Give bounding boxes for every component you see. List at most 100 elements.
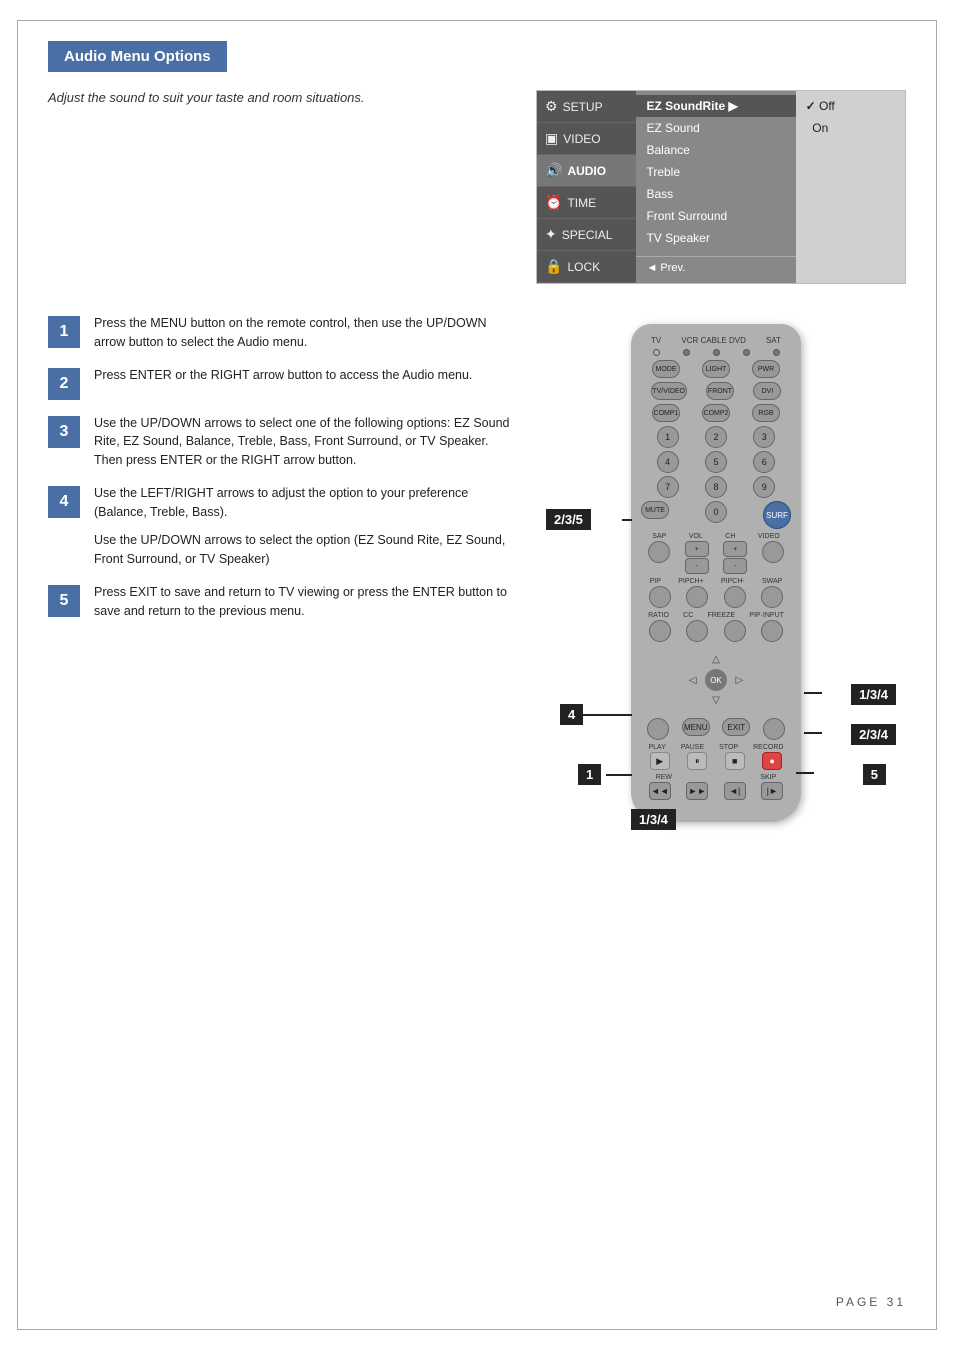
pipch-up-btn[interactable]	[686, 586, 708, 608]
callout-134-right-line	[804, 692, 822, 694]
step-1-num: 1	[48, 316, 80, 348]
tvvideo-btn[interactable]: TV/VIDEO	[651, 382, 687, 400]
number-grid: 1 2 3 4 5 6 7 8 9	[645, 426, 787, 498]
arrow-right-btn[interactable]: ▷	[728, 669, 751, 691]
sap-btn[interactable]	[648, 541, 670, 563]
label-record: RECORD	[753, 744, 783, 751]
ch-up-btn[interactable]: +	[723, 541, 747, 557]
vol-up-btn[interactable]: +	[685, 541, 709, 557]
osd-main-panel: EZ SoundRite ▶ EZ Sound Balance Treble B…	[636, 91, 795, 283]
dvi-btn[interactable]: DVI	[753, 382, 781, 400]
remote-row-pip	[641, 586, 791, 608]
enter-btn[interactable]: OK	[705, 669, 727, 691]
dot-dvd	[743, 349, 750, 356]
page-title: Audio Menu Options	[64, 48, 211, 65]
num-3[interactable]: 3	[753, 426, 775, 448]
step-4-text-a: Use the LEFT/RIGHT arrows to adjust the …	[94, 484, 516, 522]
label-vol: VOL	[689, 533, 703, 540]
num-8[interactable]: 8	[705, 476, 727, 498]
remote-label-row-transport: REW SKIP	[641, 774, 791, 781]
num-9[interactable]: 9	[753, 476, 775, 498]
front-btn[interactable]: FRONT	[706, 382, 734, 400]
freeze-btn[interactable]	[724, 620, 746, 642]
label-pip: PIP	[650, 578, 661, 585]
top-section: Adjust the sound to suit your taste and …	[48, 90, 906, 284]
label-video: VIDEO	[758, 533, 780, 540]
comp1-btn[interactable]: COMP1	[652, 404, 680, 422]
right-small-btn[interactable]	[763, 718, 785, 740]
step-5-num: 5	[48, 585, 80, 617]
step-3-num: 3	[48, 416, 80, 448]
pause-btn[interactable]: ⏸	[687, 752, 707, 770]
label-swap: SWAP	[762, 578, 782, 585]
steps-list: 1 Press the MENU button on the remote co…	[48, 314, 536, 634]
next-track-btn[interactable]: |►	[761, 782, 783, 800]
num-5[interactable]: 5	[705, 451, 727, 473]
arrow-left-btn[interactable]: ◁	[681, 669, 704, 691]
step-2-text: Press ENTER or the RIGHT arrow button to…	[94, 366, 472, 385]
menu-btn[interactable]: MENU	[682, 718, 710, 736]
arrow-down-btn[interactable]: ▽	[704, 691, 727, 710]
callout-234-right-line	[804, 732, 822, 734]
page-header: Audio Menu Options	[48, 41, 227, 72]
left-small-btn[interactable]	[647, 718, 669, 740]
label-freeze: FREEZE	[707, 612, 735, 619]
power-btn[interactable]: PWR	[752, 360, 780, 378]
callout-1: 1	[578, 764, 601, 785]
time-icon: ⏰	[545, 194, 562, 211]
num-0[interactable]: 0	[705, 501, 727, 523]
num-2[interactable]: 2	[705, 426, 727, 448]
comp2-btn[interactable]: COMP2	[702, 404, 730, 422]
cc-btn[interactable]	[686, 620, 708, 642]
callout-134-bottom: 1/3/4	[631, 809, 676, 830]
step-4-row: 4 Use the LEFT/RIGHT arrows to adjust th…	[48, 484, 516, 569]
osd-sidebar-setup-label: SETUP	[563, 100, 603, 114]
label-pause: PAUSE	[681, 744, 704, 751]
rgb-btn[interactable]: RGB	[752, 404, 780, 422]
remote-label-row-sap: SAP VOL CH VIDEO	[641, 533, 791, 540]
rew-btn[interactable]: ◄◄	[649, 782, 671, 800]
osd-sidebar-audio-label: AUDIO	[567, 164, 606, 178]
step-1-row: 1 Press the MENU button on the remote co…	[48, 314, 516, 352]
callout-1-line	[606, 774, 632, 776]
arrow-up-btn[interactable]: △	[704, 650, 727, 669]
step-3-row: 3 Use the UP/DOWN arrows to select one o…	[48, 414, 516, 470]
num-4[interactable]: 4	[657, 451, 679, 473]
label-vcr: VCR CABLE DVD	[681, 336, 745, 345]
setup-icon: ⚙	[545, 98, 558, 115]
mute-btn[interactable]: MUTE	[641, 501, 669, 519]
remote-row-transport: ◄◄ ►► ◄| |►	[641, 782, 791, 800]
num-6[interactable]: 6	[753, 451, 775, 473]
vol-dn-btn[interactable]: -	[685, 558, 709, 574]
stop-btn[interactable]: ■	[725, 752, 745, 770]
record-btn[interactable]: ●	[762, 752, 782, 770]
ff-btn[interactable]: ►►	[686, 782, 708, 800]
remote-dots	[641, 349, 791, 356]
swap-btn[interactable]	[761, 586, 783, 608]
label-sap: SAP	[652, 533, 666, 540]
osd-item-ez-soundrite: EZ SoundRite ▶	[636, 95, 795, 117]
remote-top-labels: TV VCR CABLE DVD SAT	[641, 336, 791, 345]
ratio-btn[interactable]	[649, 620, 671, 642]
num-1[interactable]: 1	[657, 426, 679, 448]
num-7[interactable]: 7	[657, 476, 679, 498]
prev-track-btn[interactable]: ◄|	[724, 782, 746, 800]
osd-menu-area: ⚙ SETUP ▣ VIDEO 🔊 AUDIO ⏰ TIME	[536, 90, 906, 284]
mode-btn[interactable]: MODE	[652, 360, 680, 378]
step-4-num: 4	[48, 486, 80, 518]
light-btn[interactable]: LIGHT	[702, 360, 730, 378]
pip-btn[interactable]	[649, 586, 671, 608]
surf-btn[interactable]: SURF	[763, 501, 791, 529]
exit-btn[interactable]: EXIT	[722, 718, 750, 736]
remote-row-tvinput: TV/VIDEO FRONT DVI	[641, 382, 791, 400]
video-icon: ▣	[545, 130, 558, 147]
play-btn[interactable]: ▶	[650, 752, 670, 770]
remote-control: TV VCR CABLE DVD SAT	[631, 324, 801, 822]
ch-dn-btn[interactable]: -	[723, 558, 747, 574]
video-btn[interactable]	[762, 541, 784, 563]
pipch-dn-btn[interactable]	[724, 586, 746, 608]
callout-235: 2/3/5	[546, 509, 591, 530]
remote-row-menu-exit: MENU EXIT	[641, 718, 791, 740]
osd-sidebar-audio: 🔊 AUDIO	[537, 155, 636, 187]
pipinput-btn[interactable]	[761, 620, 783, 642]
